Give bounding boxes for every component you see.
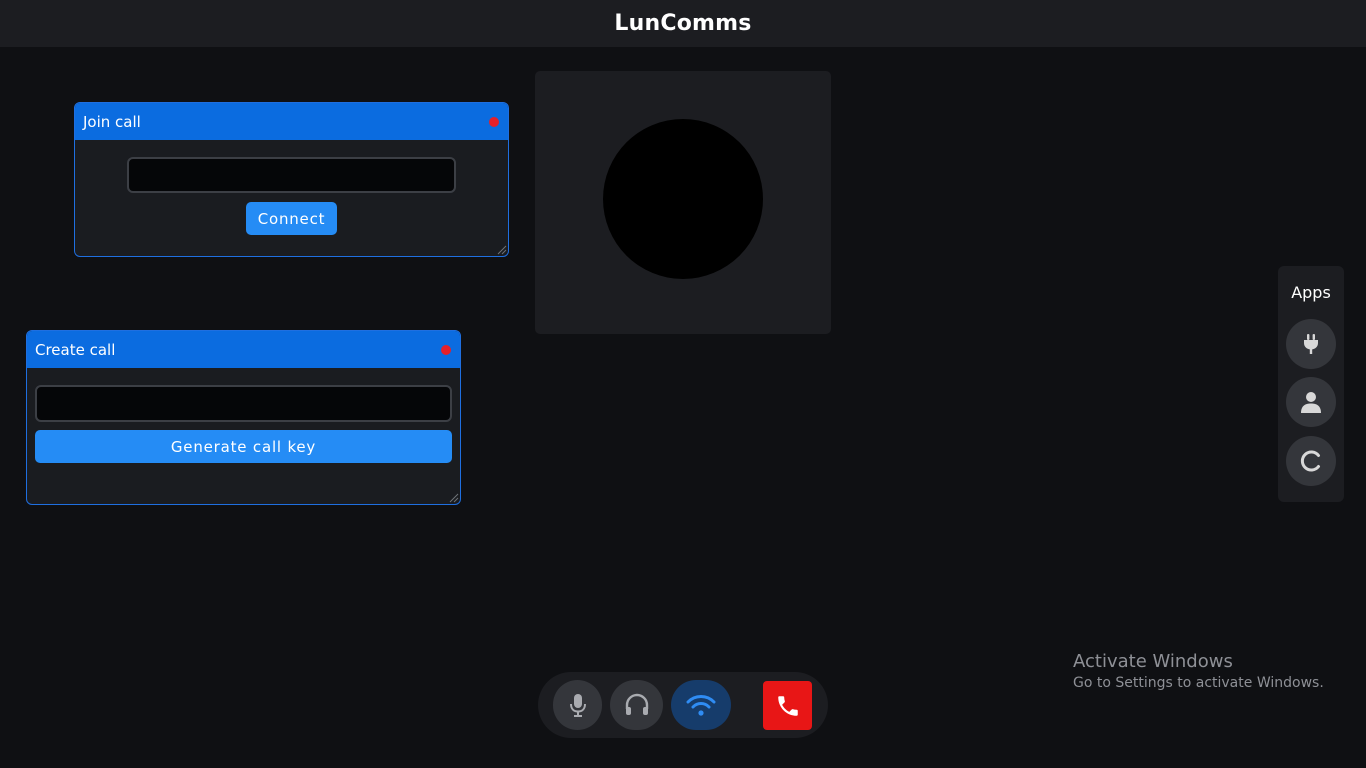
call-controls-bar: [538, 672, 828, 738]
user-icon: [1301, 392, 1321, 413]
plugin-app-button[interactable]: [1286, 319, 1336, 369]
create-call-close-dot[interactable]: [441, 344, 451, 355]
generate-call-key-button[interactable]: Generate call key: [35, 430, 452, 463]
refresh-icon: [1300, 450, 1320, 472]
watermark-subtitle: Go to Settings to activate Windows.: [1073, 675, 1324, 691]
connection-button[interactable]: [671, 680, 731, 730]
microphone-button[interactable]: [553, 680, 602, 730]
create-call-title: Create call: [35, 340, 116, 359]
connect-button[interactable]: Connect: [246, 202, 337, 235]
participant-video-tile: [535, 71, 831, 334]
hang-up-button[interactable]: [763, 681, 812, 730]
join-call-header[interactable]: Join call: [75, 103, 508, 140]
create-call-header[interactable]: Create call: [27, 331, 460, 368]
microphone-icon: [569, 694, 586, 717]
watermark-title: Activate Windows: [1073, 651, 1233, 672]
resize-grip-icon[interactable]: [495, 243, 507, 255]
generated-key-input[interactable]: [35, 385, 452, 422]
resize-grip-icon[interactable]: [447, 491, 459, 503]
wifi-icon: [686, 695, 716, 716]
plug-icon: [1304, 334, 1318, 354]
join-call-title: Join call: [83, 112, 141, 131]
apps-sidebar: Apps: [1278, 266, 1344, 502]
headphones-button[interactable]: [610, 680, 663, 730]
join-call-close-dot[interactable]: [489, 116, 499, 127]
join-call-panel[interactable]: Join call Connect: [74, 102, 509, 257]
app-title: LunComms: [614, 11, 752, 36]
apps-title: Apps: [1291, 283, 1331, 302]
activate-windows-watermark: Activate Windows Go to Settings to activ…: [1073, 651, 1363, 691]
top-bar: LunComms: [0, 0, 1366, 47]
profile-app-button[interactable]: [1286, 377, 1336, 427]
create-call-panel[interactable]: Create call Generate call key: [26, 330, 461, 505]
hang-up-icon: [777, 695, 798, 716]
refresh-app-button[interactable]: [1286, 436, 1336, 486]
call-key-input[interactable]: [127, 157, 456, 193]
participant-avatar: [603, 119, 763, 279]
headphones-icon: [625, 693, 648, 715]
